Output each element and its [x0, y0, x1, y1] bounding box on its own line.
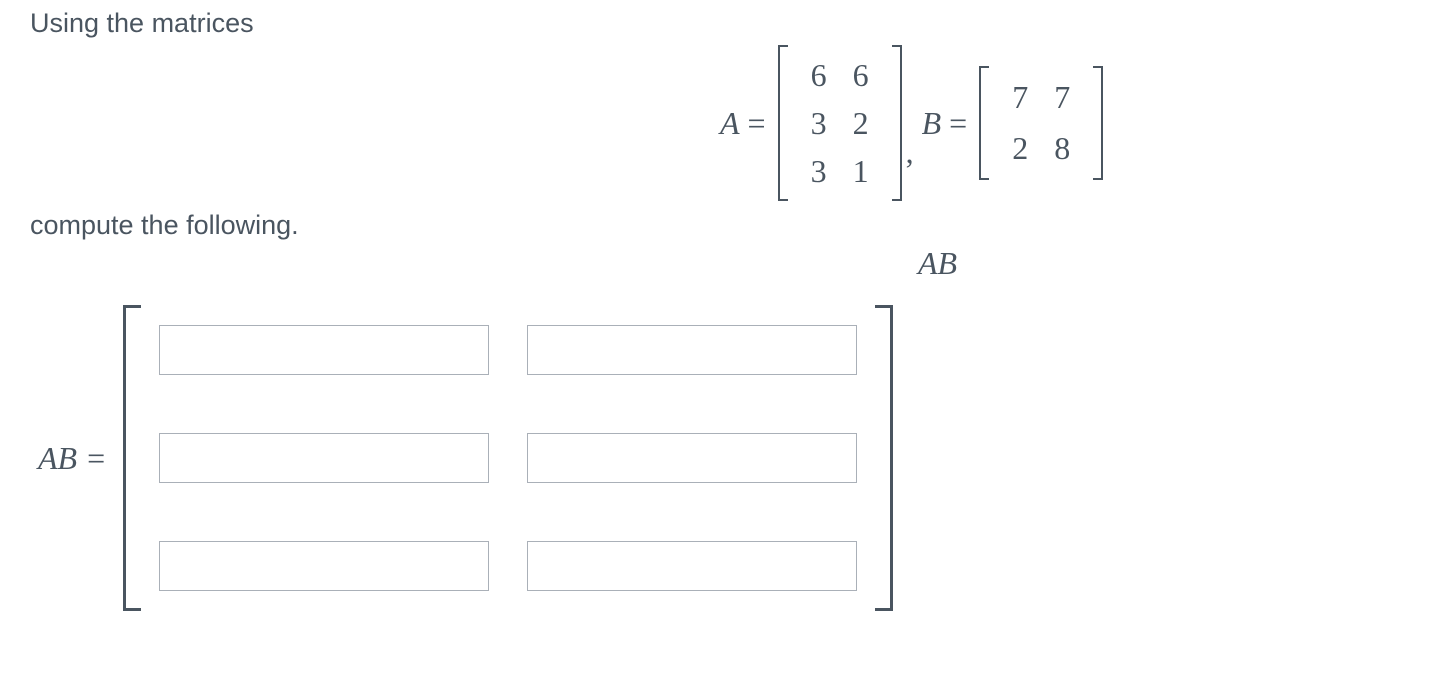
matrix-row: 3 2: [798, 99, 882, 147]
bracket-left-icon: [979, 66, 989, 180]
answer-ab-text: AB: [38, 440, 77, 477]
answer-row: [159, 325, 857, 375]
equals-sign: =: [748, 105, 766, 142]
matrix-cell: 7: [1041, 72, 1083, 123]
compute-text: compute the following.: [30, 210, 299, 241]
matrix-cell: 3: [798, 147, 840, 195]
matrix-row: 3 1: [798, 147, 882, 195]
matrix-row: 6 6: [798, 51, 882, 99]
matrix-a: 6 6 3 2 3 1: [778, 45, 902, 201]
matrix-cell: 6: [798, 51, 840, 99]
bracket-right-icon: [1093, 66, 1103, 180]
matrix-b-label: B: [922, 105, 942, 142]
matrix-cell: 2: [840, 99, 882, 147]
answer-input-2-0[interactable]: [159, 541, 489, 591]
matrix-b: 7 7 2 8: [979, 66, 1103, 180]
matrix-cell: 2: [999, 123, 1041, 174]
equals-sign: =: [87, 440, 105, 477]
bracket-left-icon: [123, 305, 141, 611]
product-label: AB: [918, 245, 957, 282]
bracket-left-icon: [778, 45, 788, 201]
matrix-a-content: 6 6 3 2 3 1: [788, 45, 892, 201]
matrix-cell: 6: [840, 51, 882, 99]
answer-matrix-content: [141, 305, 875, 611]
matrix-a-label: A: [720, 105, 740, 142]
answer-input-1-0[interactable]: [159, 433, 489, 483]
answer-row: [159, 541, 857, 591]
bracket-right-icon: [892, 45, 902, 201]
bracket-right-icon: [875, 305, 893, 611]
matrix-cell: 7: [999, 72, 1041, 123]
answer-row: [159, 433, 857, 483]
intro-text: Using the matrices: [30, 8, 254, 39]
matrix-row: 2 8: [999, 123, 1083, 174]
answer-area: AB =: [38, 305, 893, 611]
matrix-cell: 3: [798, 99, 840, 147]
comma: ,: [906, 134, 914, 201]
answer-input-1-1[interactable]: [527, 433, 857, 483]
answer-matrix: [123, 305, 893, 611]
matrices-definition: A = 6 6 3 2 3 1 , B = 7 7: [720, 45, 1107, 201]
matrix-cell: 8: [1041, 123, 1083, 174]
answer-input-2-1[interactable]: [527, 541, 857, 591]
equals-sign: =: [949, 105, 967, 142]
matrix-b-content: 7 7 2 8: [989, 66, 1093, 180]
matrix-row: 7 7: [999, 72, 1083, 123]
matrix-cell: 1: [840, 147, 882, 195]
answer-input-0-1[interactable]: [527, 325, 857, 375]
answer-input-0-0[interactable]: [159, 325, 489, 375]
answer-label: AB =: [38, 440, 105, 477]
